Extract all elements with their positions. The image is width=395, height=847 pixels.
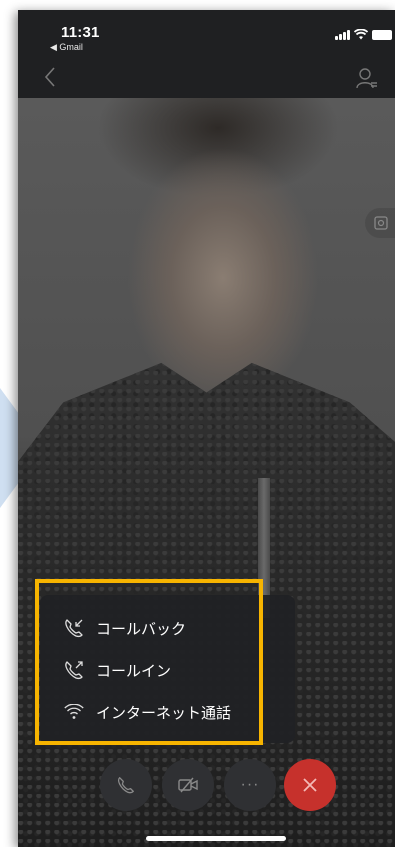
call-controls: ··· bbox=[18, 759, 395, 813]
call-in-icon bbox=[62, 658, 86, 682]
call-nav-bar bbox=[18, 58, 395, 98]
call-back-icon bbox=[62, 616, 86, 640]
phone-screen: 11:31 ◀ Gmail コールバック コールイン インターネット通話 ··· bbox=[18, 10, 395, 847]
menu-item-label: インターネット通話 bbox=[96, 704, 232, 722]
signal-icon bbox=[335, 30, 350, 40]
video-off-icon bbox=[178, 777, 198, 793]
back-chevron-icon[interactable] bbox=[44, 66, 56, 88]
home-indicator[interactable] bbox=[146, 836, 286, 841]
menu-item-label: コールバック bbox=[96, 620, 187, 638]
participants-icon[interactable] bbox=[355, 66, 379, 90]
wifi-status-icon bbox=[354, 29, 368, 40]
audio-call-button[interactable] bbox=[100, 759, 152, 811]
close-icon bbox=[303, 778, 317, 792]
video-toggle-button[interactable] bbox=[162, 759, 214, 811]
phone-icon bbox=[117, 777, 134, 794]
battery-icon bbox=[372, 30, 392, 40]
menu-item-label: コールイン bbox=[96, 662, 172, 680]
camera-switch-icon bbox=[374, 216, 388, 230]
status-icons bbox=[335, 28, 392, 40]
status-time: 11:31 bbox=[61, 24, 100, 41]
status-bar: 11:31 ◀ Gmail bbox=[18, 10, 395, 58]
camera-switch-button[interactable] bbox=[365, 208, 395, 238]
menu-item-callin[interactable]: コールイン bbox=[40, 649, 295, 691]
call-mode-menu: コールバック コールイン インターネット通話 bbox=[40, 595, 295, 743]
menu-item-callback[interactable]: コールバック bbox=[40, 607, 295, 649]
wifi-icon bbox=[62, 700, 86, 724]
back-to-app-link[interactable]: ◀ Gmail bbox=[50, 42, 83, 53]
more-options-button[interactable]: ··· bbox=[224, 759, 276, 811]
menu-item-internet-call[interactable]: インターネット通話 bbox=[40, 691, 295, 733]
screenshot-stage: 11:31 ◀ Gmail コールバック コールイン インターネット通話 ··· bbox=[0, 0, 395, 847]
end-call-button[interactable] bbox=[284, 759, 336, 811]
more-dots-icon: ··· bbox=[240, 776, 260, 793]
